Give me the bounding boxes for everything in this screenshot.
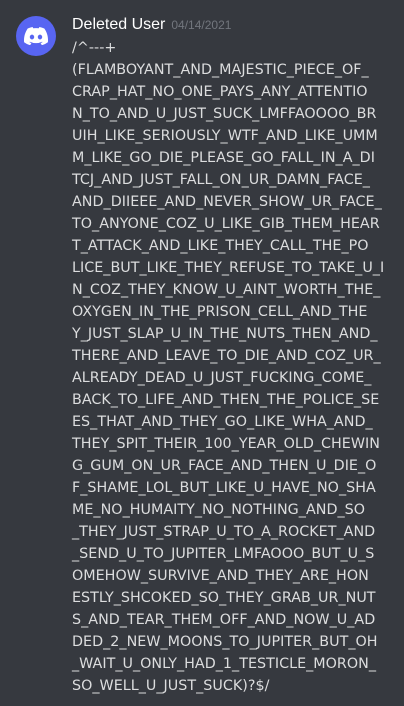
message-line: ES_THAT_AND_THEY_GO_LIKE_WHA_AND_ [72,414,373,430]
message-line: AND_DIIEEE_AND_NEVER_SHOW_UR_FACE_ [72,194,382,210]
message-header: Deleted User 04/14/2021 [72,14,394,36]
message-line: TCJ_AND_JUST_FALL_ON_UR_DAMN_FACE_ [72,172,370,188]
message-line: Y_JUST_SLAP_U_IN_THE_NUTS_THEN_AND_ [72,326,378,342]
message-line: LICE_BUT_LIKE_THEY_REFUSE_TO_TAKE_U_I [72,260,385,276]
message-line: _WAIT_U_ONLY_HAD_1_TESTICLE_MORON_ [72,656,377,672]
message-line: UIH_LIKE_SERIOUSLY_WTF_AND_LIKE_UMM [72,128,378,144]
message-line: ESTLY_SHCOKED_SO_THEY_GRAB_UR_NUT [72,590,376,606]
message-line: DED_2_NEW_MOONS_TO_JUPITER_BUT_OH [72,634,378,650]
avatar[interactable] [16,16,56,56]
message-line: BACK_TO_LIFE_AND_THEN_THE_POLICE_SE [72,392,380,408]
message-line: F_SHAME_LOL_BUT_LIKE_U_HAVE_NO_SHA [72,480,376,496]
timestamp: 04/14/2021 [171,18,232,32]
username[interactable]: Deleted User [72,16,165,33]
message-content: /^---+ (FLAMBOYANT_AND_MAJESTIC_PIECE_OF_… [72,37,390,697]
message-line: ME_NO_HUMAITY_NO_NOTHING_AND_SO [72,502,366,518]
message-line: _SEND_U_TO_JUPITER_LMFAOOO_BUT_U_S [72,546,375,562]
message-line: M_LIKE_GO_DIE_PLEASE_GO_FALL_IN_A_DI [72,150,375,166]
message-line: /^---+ [72,40,117,56]
message-line: N_TO_AND_U_JUST_SUCK_LMFFAOOOO_BR [72,106,377,122]
message-line: T_ATTACK_AND_LIKE_THEY_CALL_THE_PO [72,238,369,254]
message-line: TO_ANYONE_COZ_U_LIKE_GIB_THEM_HEAR [72,216,380,232]
message-line: (FLAMBOYANT_AND_MAJESTIC_PIECE_OF_ [72,62,369,78]
message-line: ALREADY_DEAD_U_JUST_FUCKING_COME_ [72,370,372,386]
message-line: THERE_AND_LEAVE_TO_DIE_AND_COZ_UR_ [72,348,381,364]
message-line: G_GUM_ON_UR_FACE_AND_THEN_U_DIE_O [72,458,377,474]
message-line: _THEY_JUST_STRAP_U_TO_A_ROCKET_AND [72,524,376,540]
message-line: OMEHOW_SURVIVE_AND_THEY_ARE_HON [72,568,369,584]
message-line: N_COZ_THEY_KNOW_U_AINT_WORTH_THE_ [72,282,381,298]
message-line: OXYGEN_IN_THE_PRISON_CELL_AND_THE [72,304,368,320]
message-line: SO_WELL_U_JUST_SUCK)?$/ [72,678,270,694]
message-line: S_AND_TEAR_THEM_OFF_AND_NOW_U_AD [72,612,376,628]
discord-logo-icon [24,27,48,45]
message-line: THEY_SPIT_THEIR_100_YEAR_OLD_CHEWIN [72,436,380,452]
message-line: CRAP_HAT_NO_ONE_PAYS_ANY_ATTENTIO [72,84,368,100]
chat-message: Deleted User 04/14/2021 /^---+ (FLAMBOYANT… [0,0,404,706]
